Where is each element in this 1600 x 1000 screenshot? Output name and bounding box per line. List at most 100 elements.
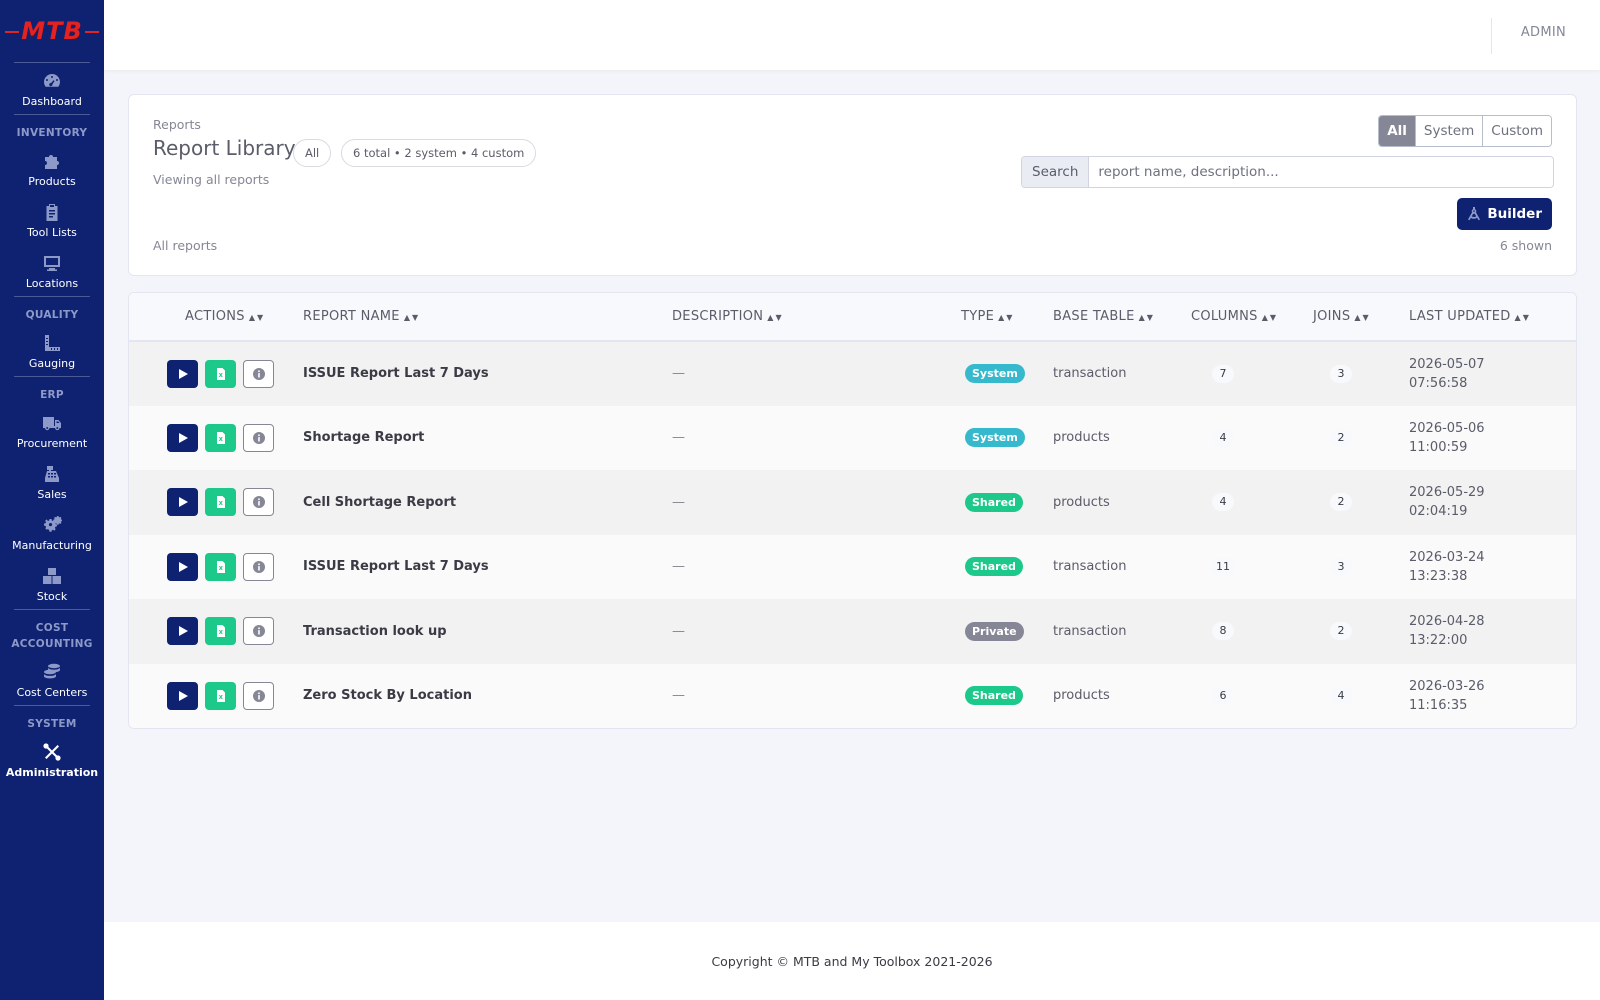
sidebar-item-sales[interactable]: Sales xyxy=(0,456,104,507)
joins-count: 2 xyxy=(1330,428,1352,447)
report-info-button[interactable] xyxy=(243,681,274,710)
play-icon xyxy=(178,561,188,572)
report-info-button[interactable] xyxy=(243,617,274,646)
info-circle-icon xyxy=(252,625,265,638)
columns-cell: 11 xyxy=(1191,535,1313,600)
boxes-icon xyxy=(42,566,62,586)
sidebar-item-locations[interactable]: Locations xyxy=(0,245,104,296)
type-badge: Shared xyxy=(965,686,1023,706)
base-table: products xyxy=(1053,430,1110,446)
run-report-button[interactable] xyxy=(167,617,198,646)
section-title-inventory: INVENTORY xyxy=(16,127,88,139)
info-circle-icon xyxy=(252,689,265,702)
sidebar-item-label: Products xyxy=(28,175,76,188)
user-menu[interactable]: ADMIN xyxy=(1521,25,1566,40)
sidebar-item-gauging[interactable]: Gauging xyxy=(0,325,104,376)
report-name[interactable]: Cell Shortage Report xyxy=(303,470,672,535)
info-circle-icon xyxy=(252,496,265,509)
sidebar-item-label: Dashboard xyxy=(22,95,82,108)
report-info-button[interactable] xyxy=(243,423,274,452)
report-name[interactable]: Shortage Report xyxy=(303,406,672,471)
export-excel-button[interactable] xyxy=(205,488,236,517)
page-title: Report Library xyxy=(153,136,296,160)
joins-count: 3 xyxy=(1330,557,1352,576)
base-table: transaction xyxy=(1053,559,1127,575)
builder-button[interactable]: Builder xyxy=(1457,198,1552,230)
table-row[interactable]: Shortage Report — System products 4 2 2026-05-… xyxy=(129,405,1576,471)
report-name[interactable]: ISSUE Report Last 7 Days xyxy=(303,535,672,600)
run-report-button[interactable] xyxy=(167,681,198,710)
table-row[interactable]: ISSUE Report Last 7 Days — System transacti… xyxy=(129,341,1576,406)
actions-cell xyxy=(129,664,303,729)
actions-cell xyxy=(129,535,303,600)
last-updated: 2026-03-24 13:23:38 xyxy=(1409,535,1576,600)
report-info-button[interactable] xyxy=(243,488,274,517)
play-icon xyxy=(178,497,188,508)
footer: Copyright © MTB and My Toolbox 2021-2026 xyxy=(104,922,1600,1000)
report-description: — xyxy=(672,430,685,446)
table-row[interactable]: Zero Stock By Location — Shared products 6 4 2… xyxy=(129,663,1576,729)
breadcrumb[interactable]: Reports xyxy=(153,117,201,132)
run-report-button[interactable] xyxy=(167,359,198,388)
puzzle-icon xyxy=(42,151,62,171)
table-row[interactable]: Cell Shortage Report — Shared products 4 2 202… xyxy=(129,470,1576,535)
sidebar-item-label: Procurement xyxy=(16,437,88,450)
columns-count: 7 xyxy=(1212,364,1234,383)
sidebar-item-manufacturing[interactable]: Manufacturing xyxy=(0,507,104,558)
run-report-button[interactable] xyxy=(167,423,198,452)
actions-cell xyxy=(129,599,303,664)
type-badge: Shared xyxy=(965,557,1023,577)
last-updated: 2026-05-07 07:56:58 xyxy=(1409,341,1576,406)
run-report-button[interactable] xyxy=(167,488,198,517)
column-header-report-name[interactable]: REPORT NAME ▲▼ xyxy=(303,293,672,341)
filter-system-button[interactable]: System xyxy=(1414,116,1483,146)
table-row[interactable]: ISSUE Report Last 7 Days — Shared transacti… xyxy=(129,534,1576,600)
export-excel-button[interactable] xyxy=(205,617,236,646)
report-info-button[interactable] xyxy=(243,359,274,388)
column-header-columns[interactable]: COLUMNS ▲▼ xyxy=(1191,293,1313,341)
export-excel-button[interactable] xyxy=(205,423,236,452)
column-header-actions[interactable]: ACTIONS ▲▼ xyxy=(129,293,303,341)
column-header-description[interactable]: DESCRIPTION ▲▼ xyxy=(672,293,961,341)
sidebar-item-label: Stock xyxy=(36,590,68,603)
run-report-button[interactable] xyxy=(167,552,198,581)
sidebar-item-dashboard[interactable]: Dashboard xyxy=(0,63,104,114)
report-name[interactable]: ISSUE Report Last 7 Days xyxy=(303,341,672,406)
last-updated-time: 13:22:00 xyxy=(1409,633,1468,649)
search-input[interactable] xyxy=(1089,157,1553,187)
columns-count: 8 xyxy=(1212,622,1234,641)
column-header-last-updated[interactable]: LAST UPDATED ▲▼ xyxy=(1409,293,1576,341)
joins-count: 2 xyxy=(1330,622,1352,641)
sort-icon: ▲▼ xyxy=(1138,313,1155,322)
columns-count: 6 xyxy=(1212,686,1234,705)
sidebar-item-products[interactable]: Products xyxy=(0,143,104,194)
sort-icon: ▲▼ xyxy=(1354,313,1371,322)
column-header-type[interactable]: TYPE ▲▼ xyxy=(961,293,1053,341)
export-excel-button[interactable] xyxy=(205,552,236,581)
sidebar-item-cost-centers[interactable]: Cost Centers xyxy=(0,654,104,705)
sidebar-item-label: Tool Lists xyxy=(27,226,77,239)
column-header-base-table[interactable]: BASE TABLE ▲▼ xyxy=(1053,293,1191,341)
column-header-joins[interactable]: JOINS ▲▼ xyxy=(1313,293,1409,341)
file-excel-icon xyxy=(216,496,225,509)
filter-all-button[interactable]: All xyxy=(1379,116,1415,146)
joins-cell: 3 xyxy=(1313,535,1409,600)
export-excel-button[interactable] xyxy=(205,359,236,388)
report-name[interactable]: Zero Stock By Location xyxy=(303,664,672,729)
file-excel-icon xyxy=(216,367,225,380)
type-cell: Shared xyxy=(961,535,1053,600)
sidebar-item-administration[interactable]: Administration xyxy=(0,734,104,785)
export-excel-button[interactable] xyxy=(205,681,236,710)
report-info-button[interactable] xyxy=(243,552,274,581)
filter-custom-button[interactable]: Custom xyxy=(1482,116,1551,146)
joins-count: 2 xyxy=(1330,493,1352,512)
logo[interactable]: MTB xyxy=(0,0,104,62)
sidebar-item-tool-lists[interactable]: Tool Lists xyxy=(0,194,104,245)
report-name[interactable]: Transaction look up xyxy=(303,599,672,664)
dashboard-icon xyxy=(42,71,62,91)
sidebar-item-procurement[interactable]: Procurement xyxy=(0,405,104,456)
table-row[interactable]: Transaction look up — Private transaction 8 2… xyxy=(129,599,1576,664)
last-updated-date: 2026-03-26 xyxy=(1409,678,1485,694)
base-table: transaction xyxy=(1053,366,1127,382)
sidebar-item-stock[interactable]: Stock xyxy=(0,558,104,609)
